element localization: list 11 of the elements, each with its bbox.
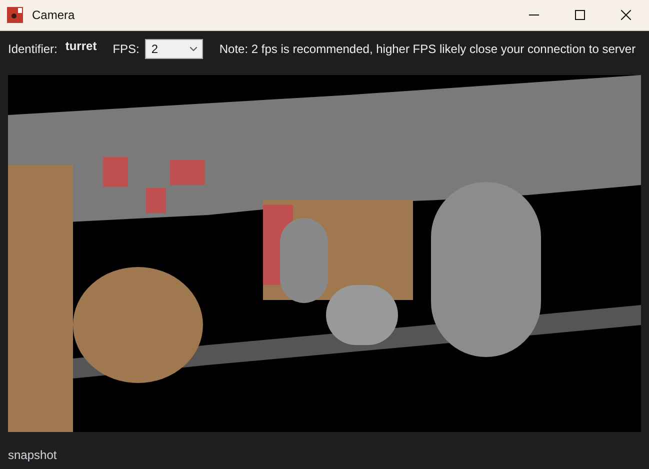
identifier-value: turret [65,39,97,53]
chevron-down-icon [190,47,198,51]
app-icon [7,7,23,23]
status-text: snapshot [7,447,58,462]
close-icon [621,10,631,20]
fps-dropdown[interactable]: 2 [145,39,204,59]
fps-note: Note: 2 fps is recommended, higher FPS likely close your connection to server [219,42,636,56]
identifier-label: Identifier: [8,42,58,56]
fps-label: FPS: [112,42,140,56]
window-title: Camera [32,8,76,22]
maximize-icon [575,10,585,20]
